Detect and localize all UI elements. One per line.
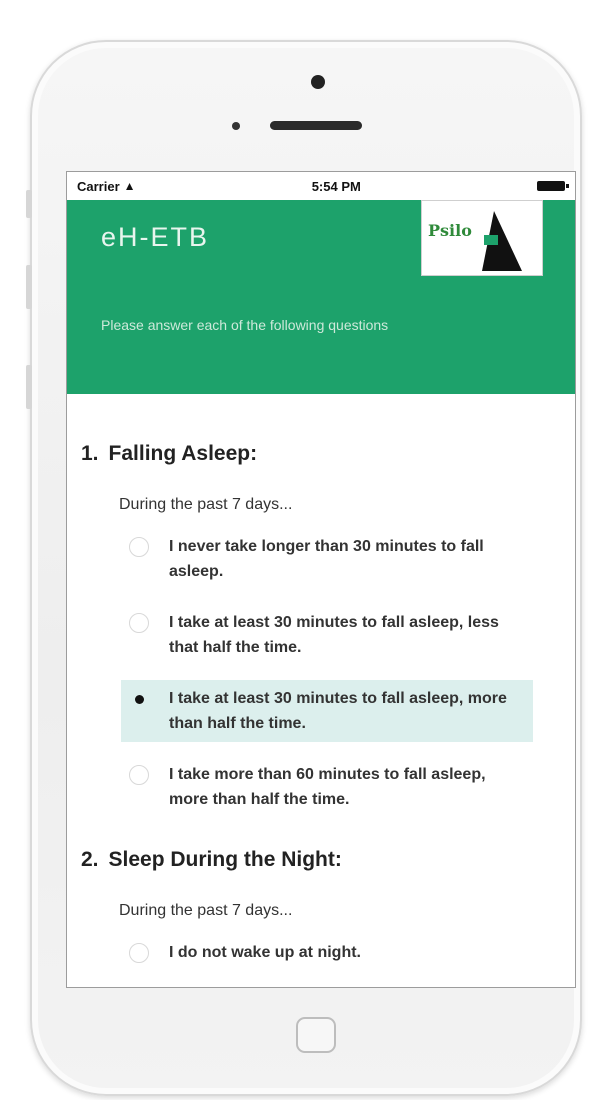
app-title: eH-ETB: [101, 222, 210, 252]
questionnaire: 1. Falling Asleep: During the past 7 day…: [67, 442, 575, 971]
app-logo: Psilo: [421, 200, 543, 276]
answer-option-selected[interactable]: I take at least 30 minutes to fall aslee…: [121, 680, 533, 742]
answer-option[interactable]: I take more than 60 minutes to fall asle…: [121, 756, 533, 818]
question-number: 2.: [81, 848, 99, 871]
mute-switch: [26, 190, 32, 218]
radio-button[interactable]: [129, 613, 149, 633]
question-period: During the past 7 days...: [119, 496, 293, 513]
home-button[interactable]: [296, 1017, 336, 1053]
answer-label: I never take longer than 30 minutes to f…: [169, 538, 484, 580]
question-title: 1. Falling Asleep:: [81, 442, 575, 466]
radio-button-checked[interactable]: [129, 689, 149, 709]
carrier-label: Carrier: [77, 178, 120, 194]
question-period: During the past 7 days...: [119, 902, 293, 919]
radio-button[interactable]: [129, 943, 149, 963]
battery-icon: [536, 181, 569, 191]
question-title: 2. Sleep During the Night:: [81, 848, 575, 872]
question-number: 1.: [81, 442, 99, 465]
volume-down-button: [26, 365, 32, 409]
earpiece-speaker: [270, 121, 362, 130]
answer-label: I do not wake up at night.: [169, 944, 361, 961]
answer-option[interactable]: I do not wake up at night.: [121, 934, 533, 971]
radio-button[interactable]: [129, 765, 149, 785]
answer-label: I take at least 30 minutes to fall aslee…: [169, 614, 499, 656]
app-header: eH-ETB Psilo Please answer each of the f…: [67, 200, 575, 394]
answer-option[interactable]: I take at least 30 minutes to fall aslee…: [121, 604, 533, 666]
question-text: Sleep During the Night:: [108, 848, 342, 871]
wifi-icon: ▲: [123, 179, 136, 193]
proximity-sensor: [232, 122, 240, 130]
question-text: Falling Asleep:: [108, 442, 258, 465]
front-camera: [311, 75, 325, 89]
phone-screen: Carrier ▲ 5:54 PM eH-ETB Psilo Please an…: [66, 171, 576, 988]
status-bar: Carrier ▲ 5:54 PM: [67, 172, 575, 200]
radio-button[interactable]: [129, 537, 149, 557]
volume-up-button: [26, 265, 32, 309]
instruction-text: Please answer each of the following ques…: [101, 317, 389, 333]
status-time: 5:54 PM: [311, 178, 361, 194]
answer-option[interactable]: I never take longer than 30 minutes to f…: [121, 528, 533, 590]
logo-figure-icon: [482, 211, 522, 271]
answer-label: I take at least 30 minutes to fall aslee…: [169, 690, 507, 732]
answer-label: I take more than 60 minutes to fall asle…: [169, 766, 486, 808]
